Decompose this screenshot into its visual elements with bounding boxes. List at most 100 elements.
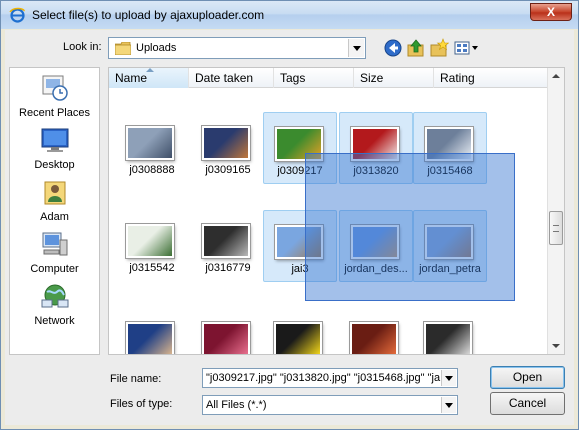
file-name: j0315468 [427, 165, 473, 177]
place-network[interactable]: Network [10, 282, 99, 327]
image-thumbnail [274, 322, 322, 354]
place-label: Adam [40, 211, 69, 223]
image-thumbnail [126, 126, 174, 160]
column-header-rating[interactable]: Rating [434, 68, 549, 88]
new-folder-icon[interactable] [429, 38, 449, 58]
scroll-up-button[interactable] [548, 68, 564, 84]
column-header-size[interactable]: Size [354, 68, 434, 88]
column-header-name[interactable]: Name [109, 68, 189, 88]
back-icon[interactable] [383, 38, 403, 58]
internet-explorer-icon [9, 7, 25, 23]
file-item[interactable] [413, 308, 487, 354]
place-computer[interactable]: Computer [10, 230, 99, 275]
column-header-label: Tags [280, 71, 306, 85]
image-thumbnail [202, 126, 250, 160]
scroll-thumb[interactable] [549, 211, 563, 245]
column-header-tags[interactable]: Tags [274, 68, 354, 88]
look-in-dropdown-button[interactable] [348, 39, 364, 57]
chevron-down-icon [445, 376, 453, 381]
views-menu-icon[interactable] [453, 38, 479, 58]
open-button[interactable]: Open [490, 366, 565, 389]
file-list-view[interactable]: Name Date taken Tags Size Rating j030888… [108, 67, 565, 355]
image-thumbnail [202, 322, 250, 354]
image-thumbnail [425, 225, 473, 259]
column-headers: Name Date taken Tags Size Rating [109, 68, 549, 88]
file-item[interactable] [339, 308, 413, 354]
file-item[interactable]: j0309217 [263, 112, 337, 184]
image-thumbnail [275, 225, 323, 259]
title-bar[interactable]: Select file(s) to upload by ajaxuploader… [1, 1, 578, 29]
file-type-label: Files of type: [110, 398, 173, 410]
image-thumbnail [351, 225, 399, 259]
file-name-label: File name: [110, 373, 162, 385]
file-name-value: "j0309217.jpg" "j0313820.jpg" "j0315468.… [206, 372, 441, 384]
place-label: Network [34, 315, 75, 327]
file-name: jai3 [291, 263, 309, 275]
file-item[interactable]: j0309165 [191, 112, 265, 184]
file-name: j0315542 [129, 262, 175, 274]
image-thumbnail [350, 322, 398, 354]
file-item[interactable]: jai3 [263, 210, 337, 282]
file-name: j0309217 [277, 165, 323, 177]
up-folder-icon[interactable] [406, 38, 426, 58]
chevron-down-icon [552, 344, 560, 348]
place-adam[interactable]: Adam [10, 178, 99, 223]
sort-ascending-icon [146, 68, 154, 72]
file-open-dialog: Select file(s) to upload by ajaxuploader… [0, 0, 579, 430]
column-header-date-taken[interactable]: Date taken [189, 68, 274, 88]
scroll-down-button[interactable] [548, 338, 564, 354]
places-bar: Recent Places Desktop Adam Computer Netw… [9, 67, 100, 355]
image-thumbnail [126, 224, 174, 258]
chevron-down-icon [445, 403, 453, 408]
close-icon: X [546, 5, 555, 19]
chevron-up-icon [552, 74, 560, 78]
look-in-value: Uploads [136, 42, 177, 54]
column-header-label: Name [115, 71, 148, 85]
image-thumbnail [351, 127, 399, 161]
file-item[interactable]: j0315542 [115, 210, 189, 282]
file-name-dropdown-button[interactable] [441, 370, 456, 386]
image-thumbnail [202, 224, 250, 258]
file-type-select[interactable]: All Files (*.*) [202, 395, 458, 415]
user-folder-icon [44, 181, 65, 205]
image-thumbnail [425, 127, 473, 161]
place-label: Computer [30, 263, 79, 275]
place-desktop[interactable]: Desktop [10, 126, 99, 171]
folder-icon [115, 42, 131, 55]
file-item[interactable]: j0315468 [413, 112, 487, 184]
look-in-label: Look in: [63, 41, 102, 53]
file-item[interactable] [263, 308, 337, 354]
place-recent-places[interactable]: Recent Places [10, 74, 99, 119]
file-name: jordan_petra [419, 263, 481, 275]
file-item[interactable]: jordan_des... [339, 210, 413, 282]
file-item[interactable]: j0308888 [115, 112, 189, 184]
image-thumbnail [126, 322, 174, 354]
desktop-icon [41, 128, 68, 152]
cancel-button[interactable]: Cancel [490, 392, 565, 415]
column-header-label: Rating [440, 71, 475, 85]
chevron-down-icon [353, 46, 361, 51]
place-label: Recent Places [19, 107, 90, 119]
computer-icon [42, 232, 67, 256]
file-type-value: All Files (*.*) [206, 399, 267, 411]
vertical-scrollbar[interactable] [547, 68, 564, 354]
file-name: j0313820 [353, 165, 399, 177]
file-item[interactable] [115, 308, 189, 354]
file-item[interactable]: j0313820 [339, 112, 413, 184]
file-item[interactable]: jordan_petra [413, 210, 487, 282]
file-type-dropdown-button[interactable] [441, 397, 456, 413]
file-item[interactable]: j0316779 [191, 210, 265, 282]
network-icon [41, 284, 68, 308]
image-thumbnail [424, 322, 472, 354]
file-item[interactable] [191, 308, 265, 354]
column-header-label: Date taken [195, 71, 254, 85]
recent-places-icon [42, 75, 68, 101]
dialog-title: Select file(s) to upload by ajaxuploader… [32, 8, 265, 22]
column-header-label: Size [360, 71, 384, 85]
image-thumbnail [275, 127, 323, 161]
close-button[interactable]: X [530, 3, 572, 21]
look-in-dropdown[interactable]: Uploads [108, 37, 366, 59]
file-name-input[interactable]: "j0309217.jpg" "j0313820.jpg" "j0315468.… [202, 368, 458, 388]
file-name: j0308888 [129, 164, 175, 176]
place-label: Desktop [34, 159, 75, 171]
